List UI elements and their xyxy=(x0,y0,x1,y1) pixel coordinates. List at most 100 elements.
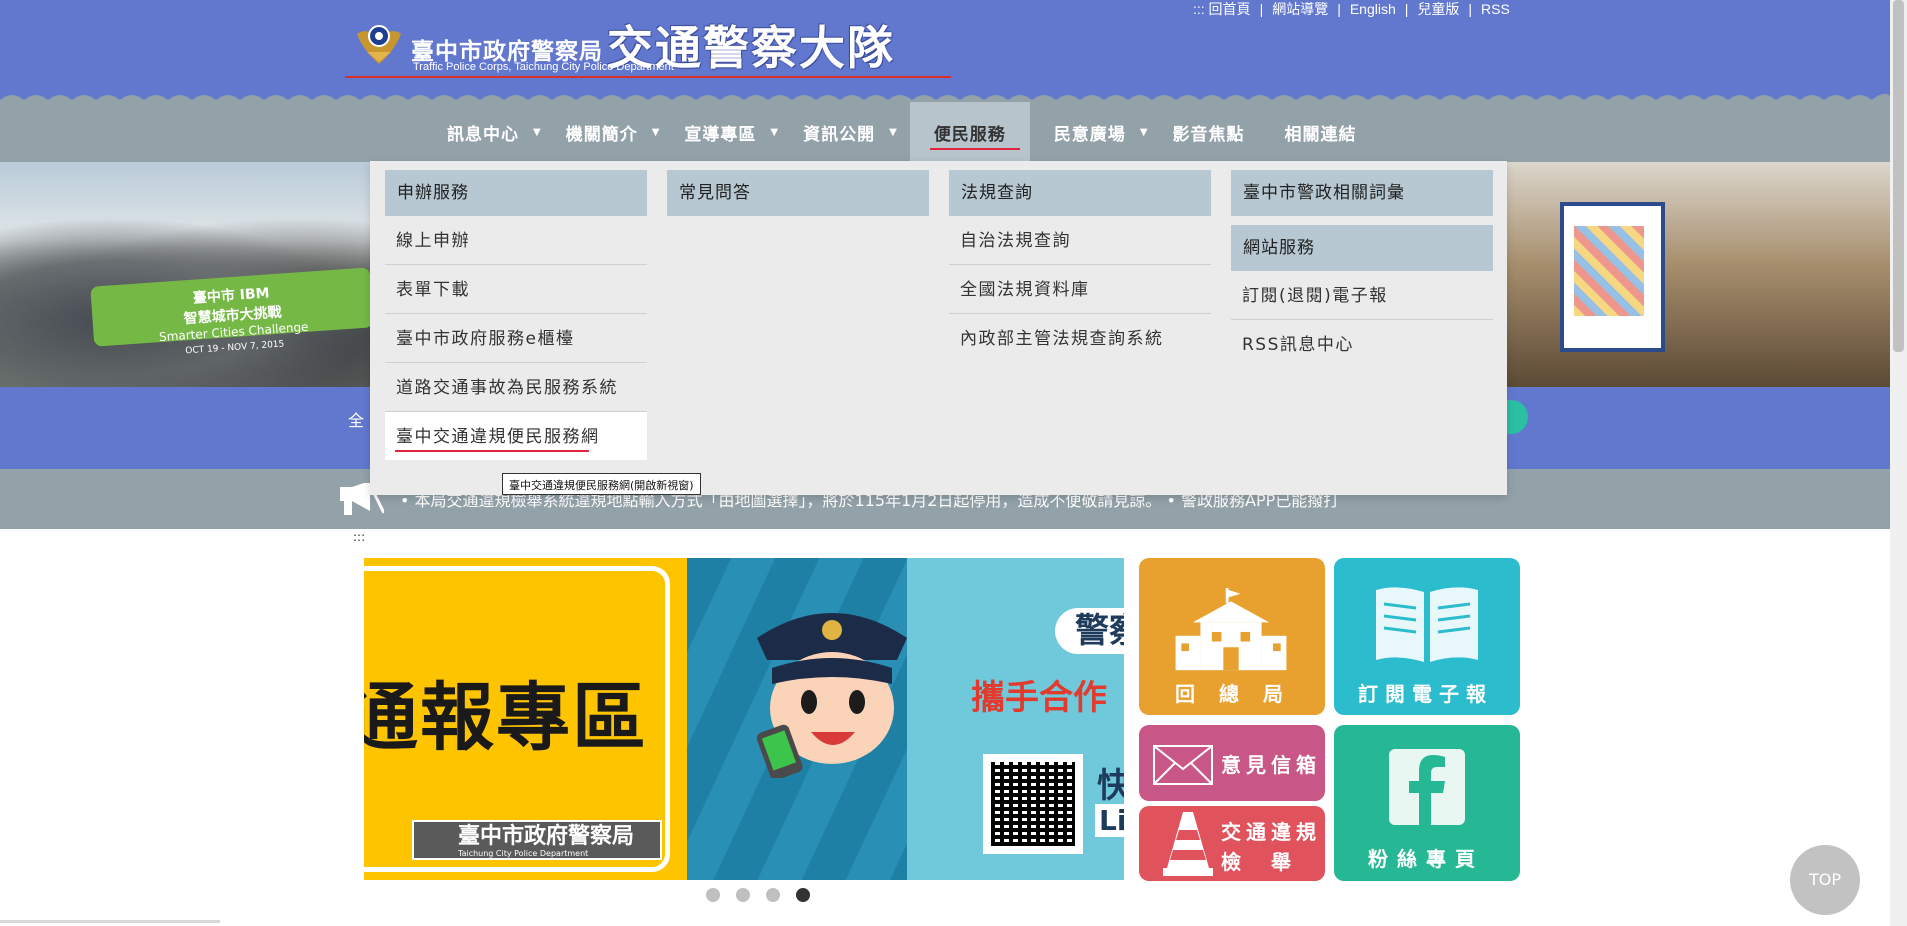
nav-item-label: 機關簡介 xyxy=(565,124,638,145)
carousel-dots xyxy=(706,888,810,902)
slide-pill-text: 警察 xyxy=(1055,608,1124,654)
menu-column-regulations: 法規查詢 自治法規查詢 全國法規資料庫 內政部主管法規查詢系統 xyxy=(949,170,1211,362)
page: 臺中市政府警察局 交通警察大隊 Traffic Police Corps, Ta… xyxy=(0,0,1907,926)
slide-line-campaign: 警察 攜手合作 快 Li xyxy=(687,558,1124,880)
mail-icon xyxy=(1153,745,1213,785)
active-underline xyxy=(929,148,1020,150)
menu-link-online-application[interactable]: 線上申辦 xyxy=(385,216,647,265)
slide-text: Li xyxy=(1095,804,1124,837)
nav-item-label: 宣導專區 xyxy=(684,124,757,145)
nav-item-news[interactable]: 訊息中心 ▼ xyxy=(435,102,554,162)
menu-link-forms-download[interactable]: 表單下載 xyxy=(385,265,647,314)
divider: | xyxy=(1259,1,1264,17)
traffic-cone-icon xyxy=(1163,812,1213,876)
nav-item-links[interactable]: 相關連結 xyxy=(1257,102,1369,162)
police-mascot-icon xyxy=(756,613,907,778)
top-link-english[interactable]: English xyxy=(1350,1,1396,17)
horizontal-scroll-indicator xyxy=(0,920,220,923)
menu-heading[interactable]: 臺中市警政相關詞彙 xyxy=(1231,170,1493,216)
caret-down-icon: ▼ xyxy=(533,126,542,138)
tile-label: 意見信箱 xyxy=(1221,753,1321,777)
facebook-icon xyxy=(1389,749,1465,825)
top-link-home[interactable]: ::: 回首頁 xyxy=(1193,0,1251,19)
carousel[interactable]: 通報專區 臺中市政府警察局 Taichung City Police Depar… xyxy=(364,558,1124,880)
menu-link-rss-center[interactable]: RSS訊息中心 xyxy=(1231,320,1493,368)
slide-headline: 通報專區 xyxy=(364,675,648,761)
tile-back-to-hq[interactable]: 回總局 xyxy=(1139,558,1325,715)
tile-fan-page[interactable]: 粉絲專頁 xyxy=(1334,725,1520,881)
accesskey-center[interactable]: ::: xyxy=(353,530,365,544)
divider: | xyxy=(1337,1,1341,17)
site-logo[interactable]: 臺中市政府警察局 交通警察大隊 Traffic Police Corps, Ta… xyxy=(345,12,951,78)
qr-code-icon xyxy=(983,754,1083,854)
tile-label: 檢 舉 xyxy=(1221,850,1296,874)
back-to-top-button[interactable]: TOP xyxy=(1790,845,1860,915)
book-icon xyxy=(1376,587,1478,662)
tile-subscribe-newsletter[interactable]: 訂閱電子報 xyxy=(1334,558,1520,715)
logo-underline xyxy=(345,76,951,78)
slide-report-zone: 通報專區 臺中市政府警察局 Taichung City Police Depar… xyxy=(364,558,687,880)
slide-red-text: 攜手合作 xyxy=(971,678,1107,718)
nav-item-label: 便民服務 xyxy=(933,124,1006,145)
nav-item-promotion[interactable]: 宣導專區 ▼ xyxy=(672,102,791,162)
logo-english-name: Traffic Police Corps, Taichung City Poli… xyxy=(413,61,674,73)
nav-item-about[interactable]: 機關簡介 ▼ xyxy=(554,102,673,162)
tile-label: 交通違規 xyxy=(1221,820,1321,844)
menu-link-violation-service[interactable]: 臺中交通違規便民服務網 xyxy=(385,412,647,460)
nav-item-label: 民意廣場 xyxy=(1053,124,1126,145)
menu-link-moi-regulations[interactable]: 內政部主管法規查詢系統 xyxy=(949,314,1211,362)
link-tooltip: 臺中交通違規便民服務網(開啟新視窗) xyxy=(502,473,701,495)
menu-link-accident-service[interactable]: 道路交通事故為民服務系統 xyxy=(385,363,647,412)
top-link-kids[interactable]: 兒童版 xyxy=(1417,0,1459,19)
divider: | xyxy=(1404,1,1409,17)
menu-link-national-law-db[interactable]: 全國法規資料庫 xyxy=(949,265,1211,314)
carousel-dot[interactable] xyxy=(736,888,750,902)
caret-down-icon: ▼ xyxy=(1139,126,1149,138)
nav-item-label: 影音焦點 xyxy=(1172,124,1245,145)
caret-down-icon: ▼ xyxy=(889,126,898,138)
nav-item-disclosure[interactable]: 資訊公開 ▼ xyxy=(791,102,910,162)
caret-down-icon: ▼ xyxy=(770,126,780,138)
caret-down-icon: ▼ xyxy=(651,126,661,138)
tile-traffic-violation-report[interactable]: 交通違規 檢 舉 xyxy=(1139,806,1325,881)
seal-english: Taichung City Police Department xyxy=(458,849,589,858)
tile-label: 粉絲專頁 xyxy=(1368,847,1484,871)
carousel-dot-active[interactable] xyxy=(796,888,810,902)
nav-item-public-forum[interactable]: 民意廣場 ▼ xyxy=(1030,102,1161,162)
carousel-dot[interactable] xyxy=(706,888,720,902)
menu-link-newsletter[interactable]: 訂閱(退閱)電子報 xyxy=(1231,271,1493,320)
scrollbar-thumb[interactable] xyxy=(1893,0,1904,352)
carousel-dot[interactable] xyxy=(766,888,780,902)
tile-label: 訂閱電子報 xyxy=(1358,682,1493,706)
nav-item-label: 資訊公開 xyxy=(803,124,876,145)
banner-board xyxy=(1560,202,1665,352)
menu-column-faq: 常見問答 xyxy=(667,170,929,216)
menu-link-local-regulations[interactable]: 自治法規查詢 xyxy=(949,216,1211,265)
tile-feedback-mailbox[interactable]: 意見信箱 xyxy=(1139,725,1325,801)
divider: | xyxy=(1468,1,1473,17)
menu-heading[interactable]: 法規查詢 xyxy=(949,170,1211,216)
nav-item-services[interactable]: 便民服務 xyxy=(909,102,1030,162)
seal-text: 臺中市政府警察局 xyxy=(458,824,635,849)
nav-item-label: 相關連結 xyxy=(1284,124,1357,145)
site-header: 臺中市政府警察局 交通警察大隊 Traffic Police Corps, Ta… xyxy=(0,0,1890,102)
top-link-rss[interactable]: RSS xyxy=(1481,1,1510,17)
menu-column-applications: 申辦服務 線上申辦 表單下載 臺中市政府服務e櫃檯 道路交通事故為民服務系統 臺… xyxy=(385,170,647,460)
search-label: 全 xyxy=(348,411,365,430)
top-link-sitemap[interactable]: 網站導覽 xyxy=(1272,0,1328,19)
nav-item-media[interactable]: 影音焦點 xyxy=(1161,102,1257,162)
menu-heading[interactable]: 申辦服務 xyxy=(385,170,647,216)
building-icon xyxy=(1175,588,1287,671)
nav-item-label: 訊息中心 xyxy=(447,124,519,145)
menu-heading[interactable]: 常見問答 xyxy=(667,170,929,216)
tile-label: 回總局 xyxy=(1175,682,1307,706)
hover-underline xyxy=(395,450,589,452)
slide-text: 快 xyxy=(1097,766,1124,806)
menu-column-site-services: 臺中市警政相關詞彙 網站服務 訂閱(退閱)電子報 RSS訊息中心 xyxy=(1231,170,1493,368)
top-links: ::: 回首頁 | 網站導覽 | English | 兒童版 | RSS xyxy=(1193,0,1510,18)
main-nav: 訊息中心 ▼ 機關簡介 ▼ 宣導專區 ▼ 資訊公開 ▼ 便民服務 民意廣場 ▼ 影音焦點 … xyxy=(0,102,1890,162)
menu-link-e-counter[interactable]: 臺中市政府服務e櫃檯 xyxy=(385,314,647,363)
menu-heading[interactable]: 網站服務 xyxy=(1231,225,1493,271)
police-emblem-icon xyxy=(357,25,401,64)
police-seal: 臺中市政府警察局 Taichung City Police Department xyxy=(412,820,662,860)
